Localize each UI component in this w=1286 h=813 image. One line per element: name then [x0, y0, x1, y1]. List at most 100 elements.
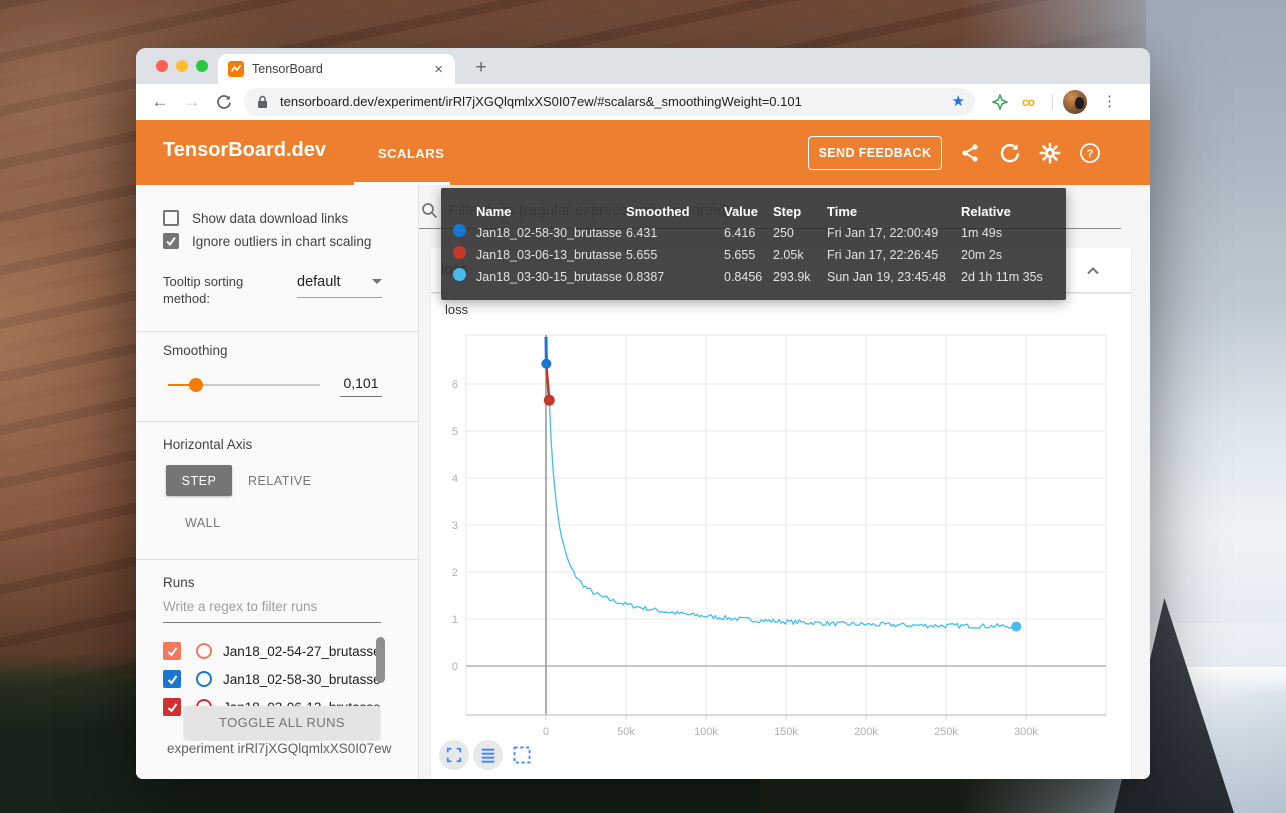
- tab-strip: TensorBoard × +: [136, 48, 1150, 84]
- ignore-outliers-row[interactable]: Ignore outliers in chart scaling: [163, 233, 371, 249]
- run-color-dot: [453, 224, 466, 237]
- datapoint-tooltip: NameSmoothedValueStepTimeRelative Jan18_…: [441, 188, 1066, 300]
- lock-icon[interactable]: [257, 95, 268, 114]
- run-name: Jan18_02-58-30_brutasse: [223, 672, 381, 687]
- brand-title: TensorBoard.dev: [163, 139, 326, 162]
- svg-text:150k: 150k: [774, 726, 798, 738]
- tensorboard-header: TensorBoard.dev SCALARS SEND FEEDBACK ?: [136, 120, 1150, 185]
- settings-gear-icon[interactable]: [1039, 142, 1061, 164]
- tooltip-col-header: Time: [827, 204, 961, 219]
- dropdown-caret-icon: [372, 279, 382, 284]
- svg-text:50k: 50k: [617, 726, 635, 738]
- smoothing-label: Smoothing: [163, 343, 228, 358]
- tooltip-header-row: NameSmoothedValueStepTimeRelative: [441, 200, 1066, 222]
- run-color-dot: [453, 246, 466, 259]
- show-download-links-row[interactable]: Show data download links: [163, 210, 348, 226]
- zoom-window-button[interactable]: [196, 60, 208, 72]
- runs-selector-button[interactable]: [473, 740, 503, 770]
- help-icon[interactable]: ?: [1079, 142, 1101, 164]
- refresh-icon[interactable]: [999, 142, 1021, 164]
- loss-chart-card: loss 050k100k150k200k250k300k0123456: [431, 294, 1131, 779]
- tooltip-cell-name: Jan18_02-58-30_brutasse: [476, 226, 626, 240]
- checkbox-unchecked[interactable]: [163, 210, 179, 226]
- new-tab-button[interactable]: +: [468, 55, 494, 81]
- minimize-window-button[interactable]: [176, 60, 188, 72]
- runs-label: Runs: [163, 575, 195, 590]
- divider: [136, 559, 418, 560]
- tooltip-col-header: Name: [476, 204, 626, 219]
- smoothing-slider-knob[interactable]: [189, 378, 203, 392]
- horizontal-axis-label: Horizontal Axis: [163, 437, 252, 452]
- run-color-dot: [453, 268, 466, 281]
- run-checkbox[interactable]: [163, 698, 181, 716]
- tooltip-cell-name: Jan18_03-30-15_brutasse: [476, 270, 626, 284]
- omnibox[interactable]: tensorboard.dev/experiment/irRl7jXGQlqml…: [244, 88, 975, 116]
- run-checkbox[interactable]: [163, 670, 181, 688]
- profile-avatar[interactable]: [1063, 90, 1087, 114]
- axis-step-button[interactable]: STEP: [166, 465, 232, 496]
- svg-text:3: 3: [452, 520, 458, 532]
- browser-tab[interactable]: TensorBoard ×: [218, 54, 455, 84]
- svg-text:6: 6: [452, 379, 458, 391]
- url-text[interactable]: tensorboard.dev/experiment/irRl7jXGQlqml…: [280, 88, 935, 116]
- forward-icon[interactable]: →: [180, 84, 204, 120]
- checkbox-checked[interactable]: [163, 233, 179, 249]
- send-feedback-button[interactable]: SEND FEEDBACK: [808, 136, 942, 170]
- svg-text:200k: 200k: [854, 726, 878, 738]
- collapse-chevron-icon[interactable]: [1081, 259, 1105, 288]
- back-icon[interactable]: ←: [148, 84, 172, 120]
- tooltip-cell-smoothed: 0.8387: [626, 270, 724, 284]
- loss-chart-svg[interactable]: 050k100k150k200k250k300k0123456: [431, 294, 1131, 744]
- scalars-main-area: loss loss 050k100k150k200k250k300k012345…: [419, 185, 1150, 779]
- tooltip-cell-step: 2.05k: [773, 248, 827, 262]
- tooltip-cell-relative: 1m 49s: [961, 226, 1066, 240]
- run-checkbox[interactable]: [163, 642, 181, 660]
- tooltip-cell-step: 293.9k: [773, 270, 827, 284]
- close-tab-icon[interactable]: ×: [432, 61, 445, 78]
- show-download-links-label: Show data download links: [192, 211, 348, 226]
- run-row[interactable]: Jan18_02-58-30_brutasse: [163, 665, 393, 693]
- tooltip-cell-value: 0.8456: [724, 270, 773, 284]
- smoothing-value-field[interactable]: 0,101: [340, 375, 382, 397]
- fit-domain-button[interactable]: [507, 740, 537, 770]
- extension-colab-icon[interactable]: co: [1022, 84, 1034, 120]
- extension-stylus-icon[interactable]: [992, 94, 1008, 115]
- svg-text:5: 5: [452, 426, 458, 438]
- svg-text:100k: 100k: [694, 726, 718, 738]
- tooltip-col-header: Relative: [961, 204, 1066, 219]
- divider: [136, 421, 418, 422]
- browser-menu-icon[interactable]: ⋮: [1102, 84, 1117, 120]
- runs-scrollbar-thumb[interactable]: [376, 637, 385, 683]
- tooltip-row: Jan18_03-06-13_brutasse5.6555.6552.05kFr…: [441, 244, 1066, 266]
- tooltip-sorting-value: default: [297, 274, 341, 290]
- tooltip-col-header: Step: [773, 204, 827, 219]
- tooltip-cell-relative: 2d 1h 11m 35s: [961, 270, 1066, 284]
- axis-wall-button[interactable]: WALL: [185, 516, 221, 530]
- share-icon[interactable]: [959, 142, 981, 164]
- tooltip-cell-step: 250: [773, 226, 827, 240]
- settings-sidebar: Show data download links Ignore outliers…: [136, 185, 419, 779]
- close-window-button[interactable]: [156, 60, 168, 72]
- ignore-outliers-label: Ignore outliers in chart scaling: [192, 234, 371, 249]
- tooltip-cell-name: Jan18_03-06-13_brutasse: [476, 248, 626, 262]
- expand-chart-button[interactable]: [439, 740, 469, 770]
- toggle-all-runs-button[interactable]: TOGGLE ALL RUNS: [184, 706, 380, 739]
- svg-text:300k: 300k: [1014, 726, 1038, 738]
- svg-text:0: 0: [452, 661, 458, 673]
- run-color-ring[interactable]: [196, 643, 212, 659]
- runs-filter-input[interactable]: [163, 599, 381, 623]
- tooltip-col-header: Value: [724, 204, 773, 219]
- tab-scalars[interactable]: SCALARS: [378, 146, 444, 161]
- run-color-ring[interactable]: [196, 671, 212, 687]
- run-row[interactable]: Jan18_02-54-27_brutasse: [163, 637, 393, 665]
- axis-relative-button[interactable]: RELATIVE: [248, 474, 312, 488]
- toolbar-divider: [1052, 94, 1053, 110]
- reload-icon[interactable]: [212, 84, 236, 120]
- tooltip-cell-time: Fri Jan 17, 22:26:45: [827, 248, 961, 262]
- search-icon: [421, 202, 438, 224]
- tooltip-sorting-select[interactable]: default: [297, 273, 382, 298]
- bookmark-star-icon[interactable]: ★: [952, 88, 965, 116]
- tab-title: TensorBoard: [252, 62, 432, 76]
- page-content: Show data download links Ignore outliers…: [136, 185, 1150, 779]
- tooltip-row: Jan18_03-30-15_brutasse0.83870.8456293.9…: [441, 266, 1066, 288]
